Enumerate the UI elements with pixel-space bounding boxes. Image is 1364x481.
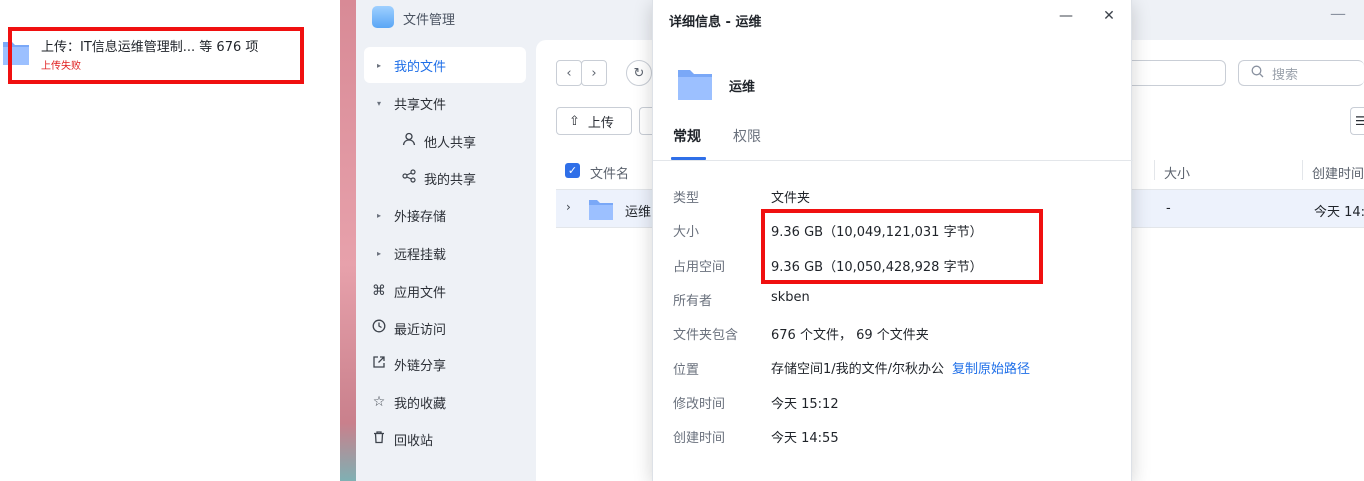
- minimize-icon[interactable]: —: [1056, 8, 1076, 24]
- trash-icon: [364, 430, 394, 448]
- view-toggle-button[interactable]: ☰: [1350, 107, 1364, 135]
- column-divider: [1302, 160, 1303, 180]
- column-header-created[interactable]: 创建时间: [1312, 163, 1364, 182]
- prop-label-size: 大小: [673, 225, 700, 240]
- close-icon[interactable]: ✕: [1099, 8, 1119, 24]
- sidebar-item-label: 我的收藏: [394, 396, 447, 412]
- prop-value-created: 今天 14:55: [771, 431, 839, 446]
- refresh-icon: ↻: [633, 65, 645, 81]
- prop-label-location: 位置: [673, 363, 700, 378]
- file-size: -: [1166, 201, 1171, 216]
- expand-arrow-icon: ▸: [376, 210, 381, 220]
- forward-button[interactable]: ›: [581, 60, 607, 86]
- folder-name: 运维: [729, 80, 756, 95]
- sidebar-item-my-shares[interactable]: 我的共享: [364, 160, 526, 196]
- refresh-button[interactable]: ↻: [626, 60, 652, 86]
- file-manager-app-icon: [372, 6, 394, 28]
- sidebar-item-label: 外链分享: [394, 358, 447, 374]
- sidebar-item-label: 最近访问: [394, 322, 447, 338]
- sidebar-item-label: 他人共享: [424, 135, 477, 151]
- expand-row-icon[interactable]: ›: [566, 200, 571, 214]
- sidebar-item-app-files[interactable]: ⌘ 应用文件: [364, 273, 526, 309]
- sidebar-item-label: 回收站: [394, 433, 434, 449]
- search-placeholder: 搜索: [1272, 67, 1299, 83]
- list-view-icon: ☰: [1355, 114, 1364, 128]
- expand-arrow-icon: ▸: [376, 60, 381, 70]
- search-icon: [1251, 65, 1264, 82]
- back-button[interactable]: ‹: [556, 60, 582, 86]
- column-header-size[interactable]: 大小: [1164, 163, 1190, 182]
- prop-label-type: 类型: [673, 191, 700, 206]
- file-name[interactable]: 运维: [625, 201, 651, 220]
- tab-general[interactable]: 常规: [673, 126, 701, 146]
- select-all-checkbox[interactable]: ✓: [565, 163, 580, 178]
- external-link-icon: [364, 355, 394, 373]
- sidebar-item-label: 我的共享: [424, 172, 477, 188]
- highlight-box: [8, 27, 304, 84]
- sidebar-item-shared-files[interactable]: ▾ 共享文件: [364, 85, 526, 121]
- prop-value-contents: 676 个文件， 69 个文件夹: [771, 328, 929, 343]
- sidebar-item-favorites[interactable]: ☆ 我的收藏: [364, 384, 526, 420]
- sidebar-item-label: 应用文件: [394, 285, 447, 301]
- command-icon: ⌘: [372, 283, 386, 299]
- prop-label-disk-usage: 占用空间: [673, 260, 726, 275]
- location-path: 存储空间1/我的文件/尔秋办公: [771, 362, 945, 377]
- detail-info-dialog: 详细信息 - 运维 — ✕ 运维 常规 权限 类型 文件夹 大小 9.36 GB…: [652, 0, 1133, 481]
- user-icon: [394, 132, 424, 150]
- expand-arrow-icon: ▸: [376, 248, 381, 258]
- file-created-time: 今天 14:5: [1314, 205, 1364, 220]
- folder-icon: [589, 200, 613, 220]
- star-icon: ☆: [372, 394, 386, 410]
- copy-path-link[interactable]: 复制原始路径: [952, 362, 1030, 377]
- sidebar-item-remote-mount[interactable]: ▸ 远程挂载: [364, 235, 526, 271]
- sidebar-item-external-links[interactable]: 外链分享: [364, 346, 526, 382]
- sidebar-item-label: 共享文件: [394, 97, 447, 113]
- clock-icon: [364, 319, 394, 337]
- tab-divider: [653, 160, 1133, 161]
- search-input[interactable]: 搜索: [1238, 60, 1364, 86]
- prop-value-location: 存储空间1/我的文件/尔秋办公 复制原始路径: [771, 358, 1030, 377]
- minimize-icon[interactable]: —: [1330, 4, 1346, 23]
- prop-label-created: 创建时间: [673, 431, 726, 446]
- desktop-wallpaper: [340, 0, 356, 481]
- collapse-arrow-icon: ▾: [376, 98, 381, 108]
- sidebar-item-label: 我的文件: [394, 59, 447, 75]
- column-divider: [1154, 160, 1155, 180]
- sidebar-item-label: 远程挂载: [394, 247, 447, 263]
- prop-label-contents: 文件夹包含: [673, 328, 739, 343]
- sidebar-item-shared-with-me[interactable]: 他人共享: [364, 123, 526, 159]
- tab-permissions[interactable]: 权限: [733, 126, 761, 146]
- upload-icon: ⇧: [569, 113, 580, 129]
- share-icon: [394, 169, 424, 187]
- highlight-box: [761, 209, 1043, 284]
- dialog-title: 详细信息 - 运维: [669, 15, 762, 30]
- sidebar-item-recycle-bin[interactable]: 回收站: [364, 421, 526, 457]
- prop-label-owner: 所有者: [673, 294, 713, 309]
- prop-label-modified: 修改时间: [673, 397, 726, 412]
- sidebar-item-my-files[interactable]: ▸ 我的文件: [364, 47, 526, 83]
- upload-button[interactable]: ⇧ 上传: [556, 107, 632, 135]
- window-title: 文件管理: [403, 13, 456, 28]
- sidebar-item-label: 外接存储: [394, 209, 447, 225]
- upload-notification-area: 上传：IT信息运维管理制... 等 676 项 上传失败: [0, 0, 340, 481]
- column-header-name[interactable]: 文件名: [590, 163, 629, 182]
- prop-value-modified: 今天 15:12: [771, 397, 839, 412]
- path-input[interactable]: [1126, 60, 1226, 86]
- prop-value-owner: skben: [771, 290, 810, 305]
- sidebar-item-external-storage[interactable]: ▸ 外接存储: [364, 197, 526, 233]
- folder-icon: [678, 70, 712, 100]
- prop-value-type: 文件夹: [771, 191, 811, 206]
- upload-label: 上传: [587, 115, 614, 131]
- sidebar-item-recent[interactable]: 最近访问: [364, 310, 526, 346]
